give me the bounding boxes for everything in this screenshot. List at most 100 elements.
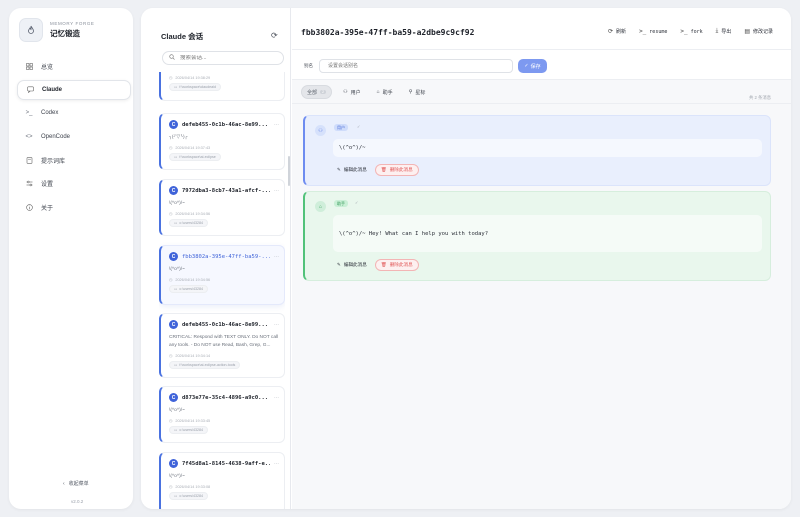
list-scrollbar[interactable] xyxy=(288,156,290,186)
brand-subtitle: MEMORY FORGE xyxy=(50,21,95,26)
more-icon[interactable]: ⋯ xyxy=(274,122,279,128)
session-card[interactable]: C 7f45d8a1-8145-4638-9aff-e... ⋯ \(^o^)/~ … xyxy=(159,452,285,509)
header-actions: ⟳ 刷新 >_ resume >_ fork ⤓ 导出 ▤ 修改记录 xyxy=(608,28,773,35)
pin-icon: ⚲ xyxy=(408,89,413,95)
message-text: \(^o^)/~ Hey! What can I help you with t… xyxy=(333,215,762,252)
grid-icon xyxy=(25,62,33,70)
sidebar-item-opencode[interactable]: <> OpenCode xyxy=(17,127,131,147)
session-id-title: fbb3802a-395e-47ff-ba59-a2dbe9c9cf92 xyxy=(301,28,475,37)
brand: MEMORY FORGE 记忆锻造 xyxy=(19,18,95,42)
sidebar-item-settings[interactable]: 设置 xyxy=(17,174,131,194)
filter-user[interactable]: ⚇ 用户 xyxy=(338,85,366,99)
version-label: v2.0.2 xyxy=(71,499,84,504)
session-preview: \(^o^)/~ xyxy=(169,474,185,479)
session-title: defeb455-0c1b-46ac-8e99... xyxy=(182,321,269,328)
sidebar-item-codex[interactable]: >_ Codex xyxy=(17,103,131,123)
refresh-icon: ⟳ xyxy=(608,29,614,35)
more-icon[interactable]: ⋯ xyxy=(274,395,279,401)
session-list-title: Claude 会话 xyxy=(161,32,204,41)
refresh-button[interactable]: ⟳ 刷新 xyxy=(608,28,626,35)
sidebar-item-prompts[interactable]: 提示词库 xyxy=(17,150,131,170)
refresh-list-icon[interactable]: ⟳ xyxy=(271,31,278,40)
collapse-menu-button[interactable]: ‹ 收起菜单 xyxy=(63,480,89,488)
role-badge: 助手 xyxy=(334,200,348,207)
sliders-icon xyxy=(25,180,33,188)
session-card[interactable]: ◷ 2026/04/14 19:38:29 ▭ f:\workspace\claud… xyxy=(159,72,285,101)
check-icon: ✓ xyxy=(524,63,529,69)
file-icon: ▤ xyxy=(744,29,750,35)
sidebar-item-label: Codex xyxy=(41,110,59,116)
session-card[interactable]: C 7972dba3-8cb7-43a1-afcf-... ⋯ \(^o^)/~ ◷… xyxy=(159,179,285,236)
sidebar-item-claude[interactable]: Claude xyxy=(17,79,131,100)
filter-starred[interactable]: ⚲ 星标 xyxy=(404,85,431,99)
filter-all[interactable]: 全部 2 xyxy=(301,85,333,99)
brand-title: 记忆锻造 xyxy=(50,29,80,38)
alias-row: 别名 ✓保存 xyxy=(292,50,791,80)
terminal-icon: >_ xyxy=(25,110,33,116)
sidebar-item-label: OpenCode xyxy=(41,133,71,140)
message-actions: ✎ 编辑此消息 🗑 删除此消息 xyxy=(333,164,419,176)
more-icon[interactable]: ⋯ xyxy=(274,254,279,260)
edit-message-button[interactable]: ✎ 编辑此消息 xyxy=(333,164,371,176)
chat-icon xyxy=(26,86,34,94)
search-input[interactable] xyxy=(180,55,280,61)
session-path: ▭ f:\workspace\ai-eclipse-action-tools xyxy=(169,361,241,369)
sidebar-item-label: Claude xyxy=(42,86,63,93)
edit-message-button[interactable]: ✎ 编辑此消息 xyxy=(333,259,371,271)
folder-icon: ▭ xyxy=(174,428,178,432)
folder-icon: ▭ xyxy=(174,287,178,291)
save-alias-button[interactable]: ✓ 保存 xyxy=(518,59,547,73)
delete-message-button[interactable]: 🗑 删除此消息 xyxy=(374,259,419,271)
more-icon[interactable]: ⋯ xyxy=(274,322,279,328)
sidebar: MEMORY FORGE 记忆锻造 总览 Claude >_ Codex <> … xyxy=(9,8,133,509)
session-path: ▭ f:\workspace\claudeaid xyxy=(169,83,221,91)
claude-avatar-icon: C xyxy=(169,186,178,195)
sidebar-item-overview[interactable]: 总览 xyxy=(17,56,131,76)
role-badge: 用户 xyxy=(334,124,348,131)
more-icon[interactable]: ⋯ xyxy=(274,188,279,194)
session-card-active[interactable]: Cfbb3802a-395e-47ff-ba59-... ⋯ \(^o^)/~ ◷… xyxy=(159,245,285,305)
user-avatar-icon: ⚇ xyxy=(315,125,326,136)
alias-input[interactable] xyxy=(319,59,513,73)
trash-icon: 🗑 xyxy=(380,167,387,172)
clock-icon: ◷ xyxy=(169,485,173,489)
edit-history-button[interactable]: ▤ 修改记录 xyxy=(744,28,773,35)
export-button[interactable]: ⤓ 导出 xyxy=(716,28,732,35)
session-path: ▭ c:\users\43284 xyxy=(169,492,208,500)
session-time: ◷ 2026/04/14 19:37:43 xyxy=(169,145,211,151)
session-title: 7f45d8a1-8145-4638-9aff-e... xyxy=(182,460,270,467)
folder-icon: ▭ xyxy=(174,221,178,225)
terminal-icon: >_ xyxy=(639,28,647,35)
sidebar-item-about[interactable]: 关于 xyxy=(17,197,131,217)
assistant-message: ⌂ 助手 ✓ \(^o^)/~ Hey! What can I help you… xyxy=(303,191,771,281)
session-list-panel: Claude 会话 ⟳ ◷2026/04/14 19:38:29 ▭f:\wor… xyxy=(141,8,291,509)
session-time: ◷ 2026/04/14 19:33:45 xyxy=(169,418,211,424)
resume-button[interactable]: >_ resume xyxy=(639,28,667,35)
session-header: fbb3802a-395e-47ff-ba59-a2dbe9c9cf92 ⟳ 刷新… xyxy=(292,8,791,50)
session-card[interactable]: Cd873e77e-35c4-4896-a9c0... ⋯ \(^o^)/~ ◷ 2… xyxy=(159,386,285,443)
more-icon[interactable]: ⋯ xyxy=(274,461,279,467)
filter-assistant[interactable]: ⌂ 助手 xyxy=(372,85,398,99)
session-path: ▭ c:\users\43284 xyxy=(169,426,208,434)
sidebar-nav: 总览 Claude >_ Codex <> OpenCode 提示词库 设置 关… xyxy=(17,56,131,221)
session-title: d873e77e-35c4-4896-a9c0... xyxy=(182,394,269,401)
session-title: defeb455-0c1b-46ac-8e99... xyxy=(182,121,269,128)
session-preview: \(^o^)/~ xyxy=(169,267,185,272)
message-count: 共 2 条消息 xyxy=(749,95,771,100)
download-icon: ⤓ xyxy=(715,28,719,34)
delete-message-button[interactable]: 🗑 删除此消息 xyxy=(374,164,419,176)
session-time: ◷ 2026/04/14 19:34:14 xyxy=(169,353,211,359)
pencil-icon: ✎ xyxy=(337,262,341,267)
message-actions: ✎ 编辑此消息 🗑 删除此消息 xyxy=(333,259,419,271)
session-time: ◷ 2026/04/14 19:34:56 xyxy=(169,211,211,217)
session-preview: ╮(╯▽╰)╭ xyxy=(169,135,188,140)
session-time: ◷ 2026/04/14 19:38:29 xyxy=(169,75,211,81)
fork-button[interactable]: >_ fork xyxy=(680,28,702,35)
session-path: ▭ c:\users\43284 xyxy=(169,219,208,227)
session-preview: \(^o^)/~ xyxy=(169,201,185,206)
session-card[interactable]: Cdefeb455-0c1b-46ac-8e99... ⋯ ╮(╯▽╰)╭ ◷ 20… xyxy=(159,113,285,170)
alias-label: 别名 xyxy=(304,63,313,68)
claude-avatar-icon: C xyxy=(169,320,178,329)
session-preview: \(^o^)/~ xyxy=(169,408,185,413)
session-card[interactable]: Cdefeb455-0c1b-46ac-8e99... ⋯ CRITICAL: R… xyxy=(159,313,285,378)
